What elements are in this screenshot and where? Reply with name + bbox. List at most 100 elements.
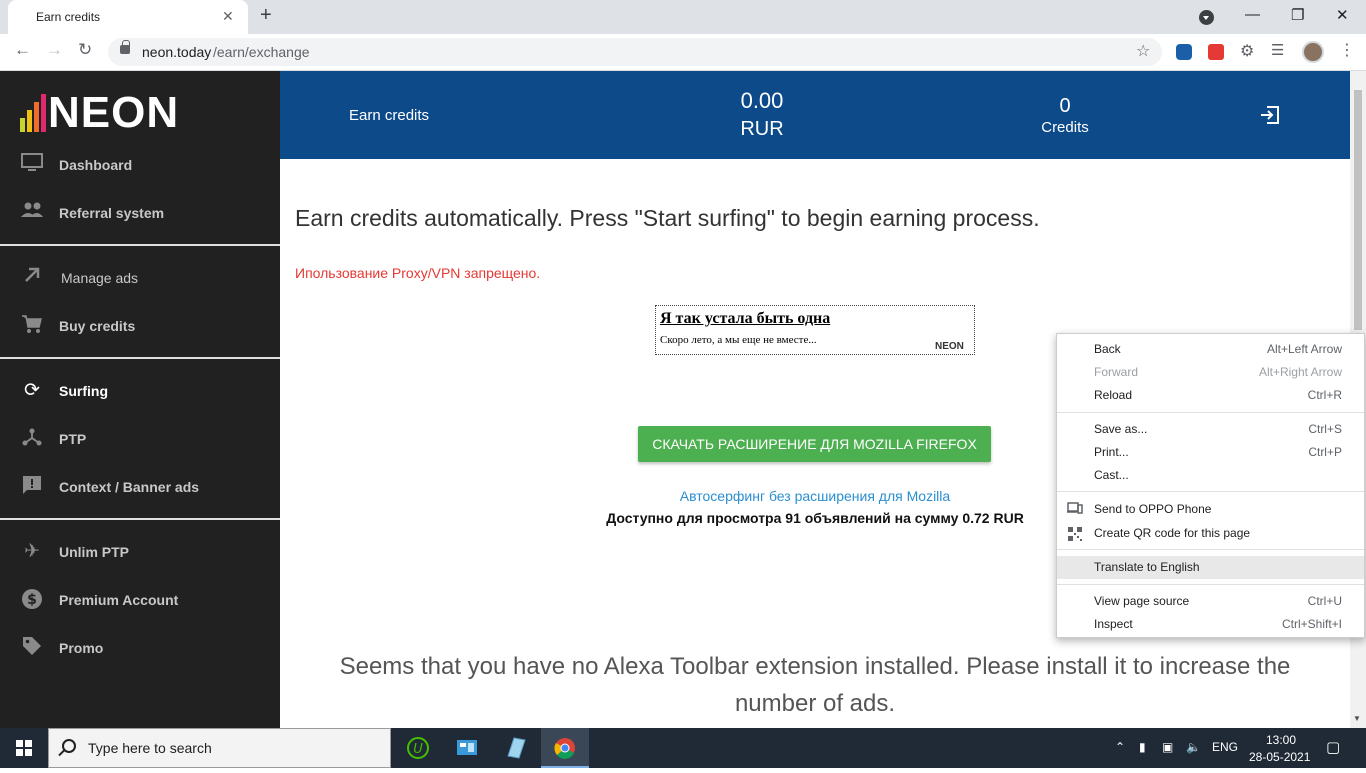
- balance-value: 0.00: [740, 88, 784, 113]
- scroll-down-arrow-icon[interactable]: ▼: [1353, 714, 1361, 723]
- ctx-save-as[interactable]: Save as... Ctrl+S: [1057, 418, 1364, 441]
- sidebar-item-unlim-ptp[interactable]: ✈ Unlim PTP: [0, 530, 280, 574]
- tab-search-icon[interactable]: [1199, 10, 1214, 25]
- taskbar-app-upwork-icon[interactable]: U: [394, 728, 442, 768]
- sidebar-item-manage-ads[interactable]: Manage ads: [0, 256, 280, 300]
- notification-center-icon[interactable]: ▢: [1326, 738, 1340, 756]
- credits-label: Credits: [1041, 119, 1089, 136]
- ad-neon-logo: NEON: [935, 341, 964, 352]
- sidebar-item-surfing[interactable]: ⟳ Surfing: [0, 369, 280, 413]
- ad-title-link[interactable]: Я так устала быть одна: [660, 310, 830, 328]
- sidebar-item-referral[interactable]: Referral system: [0, 191, 280, 235]
- lock-icon[interactable]: [120, 40, 130, 54]
- reload-icon[interactable]: ↻: [78, 40, 92, 60]
- sidebar-item-dashboard[interactable]: Dashboard: [0, 143, 280, 187]
- ctx-shortcut: Ctrl+P: [1308, 445, 1342, 459]
- neon-logo[interactable]: [20, 92, 48, 132]
- svg-text:U: U: [413, 742, 423, 757]
- taskbar-app-notes-icon[interactable]: [492, 728, 540, 768]
- ctx-cast[interactable]: Cast...: [1057, 464, 1364, 487]
- sidebar-item-ptp[interactable]: PTP: [0, 417, 280, 461]
- tray-battery-icon[interactable]: ▮: [1139, 740, 1146, 754]
- page-heading: Earn credits automatically. Press "Start…: [295, 205, 1040, 231]
- ctx-shortcut: Ctrl+U: [1307, 594, 1342, 608]
- sidebar-divider: [0, 518, 280, 520]
- tab-close-icon[interactable]: ✕: [222, 8, 234, 25]
- autosurf-mozilla-link[interactable]: Автосерфинг без расширения для Mozilla: [600, 488, 1030, 504]
- chrome-menu-icon[interactable]: ⋮: [1339, 40, 1355, 60]
- extension-hd-icon[interactable]: [1208, 44, 1224, 60]
- context-menu: Back Alt+Left Arrow Forward Alt+Right Ar…: [1056, 333, 1365, 638]
- close-window-button[interactable]: ✕: [1336, 6, 1349, 24]
- maximize-button[interactable]: ❐: [1291, 6, 1304, 24]
- credits-value: 0: [1059, 95, 1071, 117]
- tray-language[interactable]: ENG: [1212, 740, 1238, 754]
- tray-network-icon[interactable]: ▣: [1162, 740, 1173, 754]
- url-path[interactable]: /earn/exchange: [213, 44, 310, 60]
- scrollbar-thumb[interactable]: [1354, 90, 1362, 330]
- ctx-back[interactable]: Back Alt+Left Arrow: [1057, 338, 1364, 361]
- tray-clock-date[interactable]: 28-05-2021: [1249, 750, 1310, 764]
- new-tab-button[interactable]: +: [260, 4, 272, 27]
- ctx-translate[interactable]: Translate to English: [1057, 556, 1364, 579]
- sidebar-item-premium[interactable]: $ Premium Account: [0, 578, 280, 622]
- taskbar-app-chrome-icon[interactable]: [541, 728, 589, 768]
- ctx-reload[interactable]: Reload Ctrl+R: [1057, 384, 1364, 407]
- header-title: Earn credits: [349, 107, 430, 124]
- media-control-icon[interactable]: ☰: [1271, 41, 1284, 59]
- ctx-shortcut: Alt+Right Arrow: [1258, 365, 1342, 379]
- svg-text:$: $: [27, 592, 37, 608]
- bookmark-star-icon[interactable]: ☆: [1136, 41, 1150, 61]
- dollar-icon: $: [20, 588, 44, 612]
- page-header: [280, 71, 1350, 159]
- share-icon: [20, 427, 44, 451]
- ctx-label: Back: [1094, 342, 1121, 356]
- tray-chevron-up-icon[interactable]: ⌃: [1115, 740, 1125, 754]
- logout-icon[interactable]: [1258, 103, 1282, 127]
- sidebar-item-context-banner[interactable]: Context / Banner ads: [0, 465, 280, 509]
- ctx-print[interactable]: Print... Ctrl+P: [1057, 441, 1364, 464]
- sidebar-item-label: Promo: [59, 640, 104, 656]
- ctx-forward[interactable]: Forward Alt+Right Arrow: [1057, 361, 1364, 384]
- back-arrow-icon[interactable]: ←: [14, 40, 31, 60]
- ctx-inspect[interactable]: Inspect Ctrl+Shift+I: [1057, 613, 1364, 636]
- sidebar-item-label: Context / Banner ads: [59, 479, 200, 495]
- ctx-send-to-phone[interactable]: Send to OPPO Phone: [1057, 498, 1364, 521]
- sidebar-item-label: Manage ads: [61, 270, 139, 286]
- qr-code-icon: [1067, 526, 1082, 541]
- ctx-label: Print...: [1094, 445, 1129, 459]
- logo-text[interactable]: NEON: [48, 88, 179, 138]
- ctx-view-source[interactable]: View page source Ctrl+U: [1057, 590, 1364, 613]
- ctx-separator: [1057, 412, 1364, 413]
- ctx-label: Reload: [1094, 388, 1133, 402]
- profile-avatar[interactable]: [1302, 41, 1324, 63]
- forward-arrow-icon[interactable]: →: [46, 40, 63, 60]
- sidebar-item-label: Dashboard: [59, 157, 133, 173]
- people-icon: [20, 201, 44, 225]
- balance-currency: RUR: [740, 118, 784, 140]
- sidebar-item-promo[interactable]: Promo: [0, 626, 280, 670]
- sidebar-item-label: Buy credits: [59, 318, 136, 334]
- sidebar-divider: [0, 357, 280, 359]
- tray-clock-time[interactable]: 13:00: [1266, 733, 1296, 747]
- url-host[interactable]: neon.today: [142, 44, 211, 60]
- download-firefox-extension-button[interactable]: СКАЧАТЬ РАСШИРЕНИЕ ДЛЯ MOZILLA FIREFOX: [638, 426, 991, 462]
- windows-start-icon[interactable]: [0, 728, 48, 768]
- extension-shield-icon[interactable]: [1176, 44, 1192, 60]
- sidebar-item-buy-credits[interactable]: Buy credits: [0, 304, 280, 348]
- monitor-icon: [20, 153, 44, 177]
- extensions-puzzle-icon[interactable]: ⚙: [1240, 41, 1254, 61]
- ctx-label: Inspect: [1094, 617, 1133, 631]
- minimize-button[interactable]: —: [1245, 6, 1260, 23]
- refresh-icon: ⟳: [24, 380, 40, 401]
- tray-volume-icon[interactable]: 🔈: [1186, 740, 1201, 754]
- ctx-create-qr[interactable]: Create QR code for this page: [1057, 522, 1364, 545]
- sidebar-divider: [0, 244, 280, 246]
- ctx-shortcut: Alt+Left Arrow: [1266, 342, 1342, 356]
- taskbar-search-placeholder[interactable]: Type here to search: [88, 740, 212, 756]
- ctx-label: Create QR code for this page: [1094, 526, 1251, 540]
- tab-title[interactable]: Earn credits: [36, 10, 100, 24]
- taskbar-app-explorer-icon[interactable]: [443, 728, 491, 768]
- ctx-separator: [1057, 549, 1364, 550]
- ctx-label: View page source: [1094, 594, 1190, 608]
